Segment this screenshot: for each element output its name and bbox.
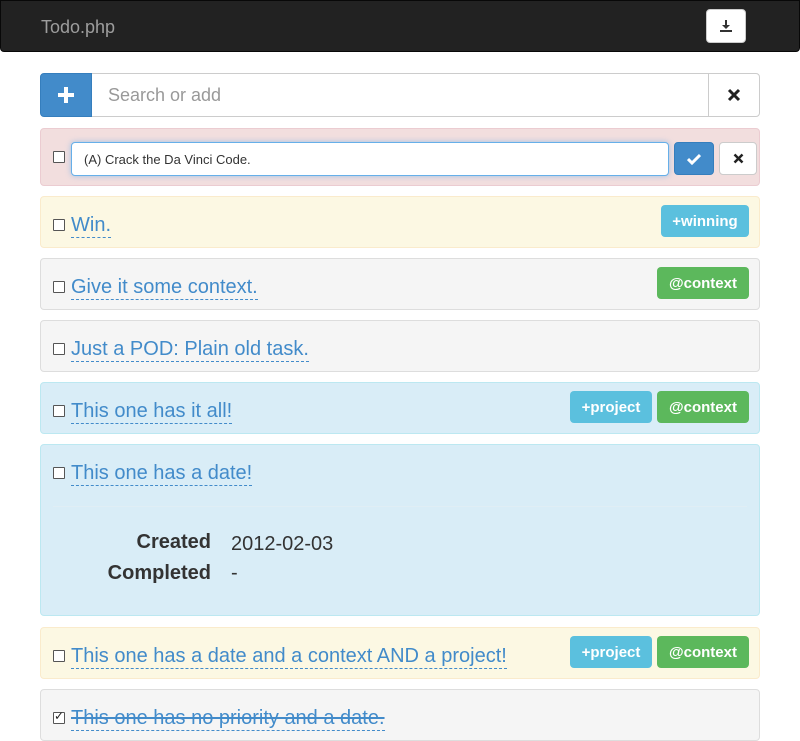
task-checkbox[interactable] [53,151,65,163]
download-button[interactable] [706,9,746,43]
task-text[interactable]: This one has it all! [71,399,233,424]
created-label: Created [136,531,211,553]
task-checkbox[interactable] [53,281,65,293]
task-edit-value: (A) Crack the Da Vinci Code. [84,151,251,167]
cancel-edit-button[interactable] [719,142,757,175]
task-checkbox[interactable] [53,467,65,479]
add-button[interactable] [40,73,92,117]
task-item: This one has a date and a context AND a … [40,627,760,679]
project-tag[interactable]: +project [570,391,652,423]
completed-value: - [231,562,238,584]
task-item: Just a POD: Plain old task. [40,320,760,372]
task-item: Win. +winning [40,196,760,248]
project-tag[interactable]: +project [570,636,652,668]
task-checkbox[interactable] [53,343,65,355]
task-text[interactable]: Give it some context. [71,275,258,300]
project-tag[interactable]: +winning [661,205,749,237]
task-text[interactable]: This one has a date and a context AND a … [71,644,507,669]
clear-search-button[interactable] [708,73,760,117]
plus-icon [58,87,74,103]
task-checkbox[interactable] [53,405,65,417]
task-text[interactable]: Just a POD: Plain old task. [71,337,309,362]
task-item: Give it some context. @context [40,258,760,310]
close-icon [733,153,743,164]
task-item-expanded: This one has a date! Created 2012-02-03 … [40,444,760,616]
search-input[interactable] [92,73,709,117]
task-text[interactable]: This one has a date! [71,461,253,486]
app-title[interactable]: Todo.php [41,17,115,38]
search-bar [40,73,760,117]
context-tag[interactable]: @context [657,636,749,668]
task-checkbox-checked[interactable] [53,709,65,724]
save-task-button[interactable] [674,142,714,175]
completed-label: Completed [107,562,211,584]
close-icon [727,88,741,102]
navbar: Todo.php [0,0,800,52]
download-icon [720,20,732,32]
task-item: This one has it all! +project @context [40,382,760,434]
created-value: 2012-02-03 [231,533,334,555]
task-text[interactable]: Win. [71,213,111,238]
task-edit-input[interactable]: (A) Crack the Da Vinci Code. [71,142,669,176]
context-tag[interactable]: @context [657,267,749,299]
task-checkbox[interactable] [53,219,65,231]
task-text[interactable]: This one has no priority and a date. [71,706,385,731]
task-editing: (A) Crack the Da Vinci Code. [40,128,760,186]
check-icon [687,153,701,165]
task-checkbox[interactable] [53,650,65,662]
task-item-completed: This one has no priority and a date. [40,689,760,741]
detail-divider [53,506,747,507]
context-tag[interactable]: @context [657,391,749,423]
